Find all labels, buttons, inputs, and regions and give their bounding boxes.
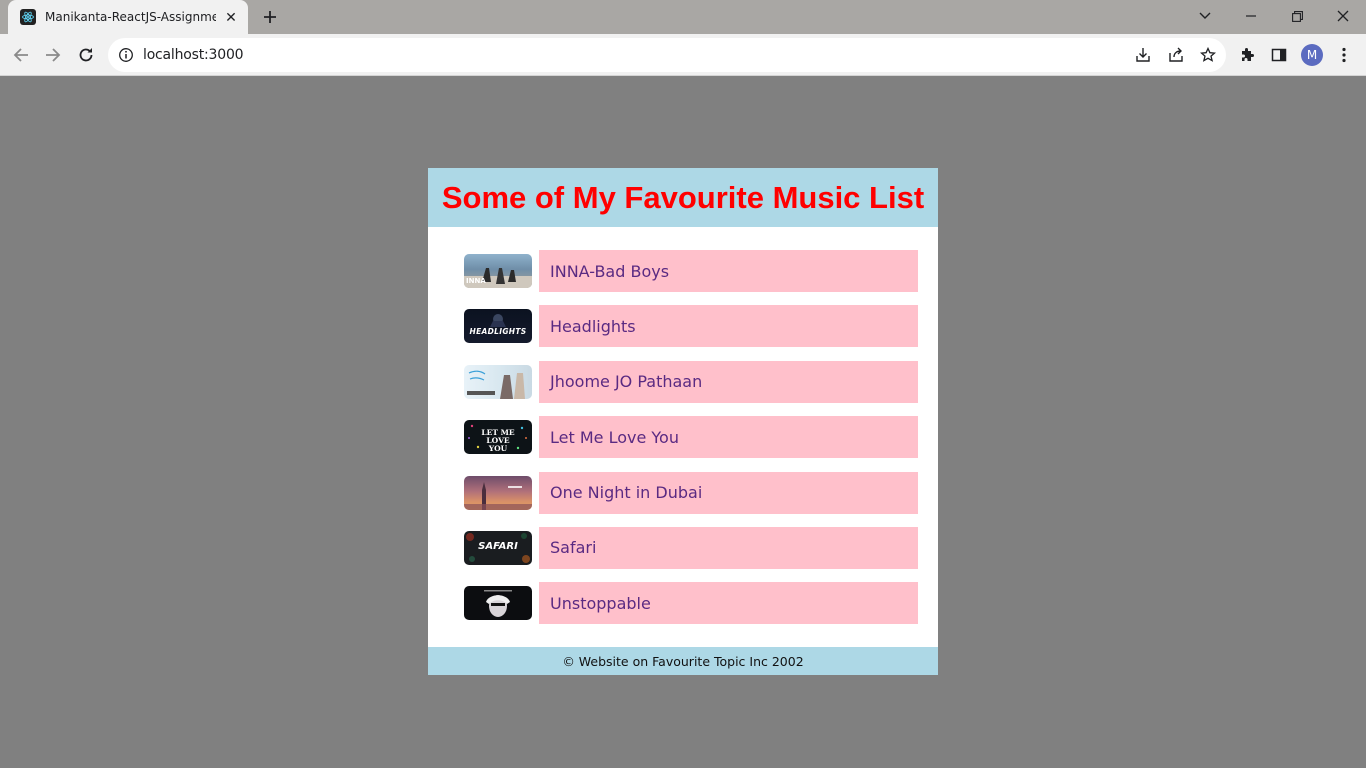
back-button[interactable] bbox=[6, 40, 36, 70]
song-thumbnail bbox=[464, 475, 532, 510]
thumbnail-text: INNA bbox=[466, 277, 486, 285]
music-card: Some of My Favourite Music List INNA INN… bbox=[428, 168, 938, 675]
thumbnail-text: LET ME LOVE YOU bbox=[481, 428, 515, 454]
song-thumbnail: SAFARI bbox=[464, 530, 532, 565]
new-tab-button[interactable] bbox=[258, 5, 282, 29]
reload-icon bbox=[79, 48, 93, 62]
menu-kebab-icon[interactable] bbox=[1333, 44, 1355, 66]
song-thumbnail: HEADLIGHTS bbox=[464, 309, 532, 344]
close-icon bbox=[1337, 10, 1349, 22]
song-title: Headlights bbox=[550, 316, 636, 336]
list-item: Unstoppable bbox=[464, 582, 918, 637]
song-title: Let Me Love You bbox=[550, 427, 679, 447]
restore-button[interactable] bbox=[1274, 0, 1320, 32]
react-icon bbox=[20, 9, 36, 25]
arrow-left-icon bbox=[13, 48, 28, 62]
bookmark-star-icon[interactable] bbox=[1197, 45, 1219, 65]
footer-text: © Website on Favourite Topic Inc 2002 bbox=[562, 653, 804, 669]
list-item: SAFARI Safari bbox=[464, 526, 918, 582]
tab-title: Manikanta-ReactJS-Assignment- bbox=[45, 10, 216, 24]
forward-button[interactable] bbox=[38, 40, 68, 70]
song-item[interactable]: Unstoppable bbox=[539, 582, 918, 625]
chevron-down-icon bbox=[1199, 12, 1211, 19]
install-icon[interactable] bbox=[1132, 45, 1154, 65]
close-window-button[interactable] bbox=[1320, 0, 1366, 32]
thumbnail-text: HEADLIGHTS bbox=[469, 327, 527, 337]
song-thumbnail: LET ME LOVE YOU bbox=[464, 420, 532, 455]
song-title: Jhoome JO Pathaan bbox=[550, 372, 703, 392]
song-thumbnail bbox=[464, 364, 532, 399]
song-title: INNA-Bad Boys bbox=[550, 261, 670, 281]
list-item: HEADLIGHTS Headlights bbox=[464, 305, 918, 360]
side-panel-icon[interactable] bbox=[1268, 44, 1290, 66]
song-item[interactable]: Headlights bbox=[539, 305, 918, 348]
song-thumbnail: INNA bbox=[464, 254, 532, 288]
song-item[interactable]: One Night in Dubai bbox=[539, 471, 918, 514]
song-title: Safari bbox=[550, 538, 597, 558]
song-thumbnail bbox=[464, 586, 532, 621]
reload-button[interactable] bbox=[71, 40, 101, 70]
plus-icon bbox=[264, 11, 276, 23]
thumbnail-text: SAFARI bbox=[478, 540, 518, 552]
info-icon[interactable] bbox=[118, 47, 134, 63]
song-item[interactable]: INNA-Bad Boys bbox=[539, 250, 918, 292]
profile-avatar[interactable]: M bbox=[1301, 44, 1323, 66]
extensions-icon[interactable] bbox=[1236, 44, 1258, 66]
minimize-icon bbox=[1246, 15, 1256, 17]
browser-tab[interactable]: Manikanta-ReactJS-Assignment- ✕ bbox=[8, 0, 248, 34]
song-item[interactable]: Safari bbox=[539, 526, 918, 569]
share-icon[interactable] bbox=[1165, 45, 1187, 65]
restore-icon bbox=[1291, 10, 1303, 22]
arrow-right-icon bbox=[46, 48, 61, 62]
song-item[interactable]: Let Me Love You bbox=[539, 416, 918, 459]
browser-toolbar: localhost:3000 M bbox=[0, 34, 1366, 76]
minimize-button[interactable] bbox=[1228, 0, 1274, 32]
card-header: Some of My Favourite Music List bbox=[428, 168, 938, 227]
song-title: Unstoppable bbox=[550, 593, 651, 613]
address-bar[interactable]: localhost:3000 bbox=[108, 38, 1226, 72]
browser-titlebar: Manikanta-ReactJS-Assignment- ✕ bbox=[0, 0, 1366, 34]
url-text[interactable]: localhost:3000 bbox=[143, 47, 244, 63]
page-title: Some of My Favourite Music List bbox=[441, 179, 925, 215]
list-item: INNA INNA-Bad Boys bbox=[464, 250, 918, 305]
list-item: Jhoome JO Pathaan bbox=[464, 360, 918, 416]
list-item: LET ME LOVE YOU Let Me Love You bbox=[464, 416, 918, 471]
close-tab-icon[interactable]: ✕ bbox=[222, 8, 240, 26]
list-item: One Night in Dubai bbox=[464, 471, 918, 527]
tab-search-button[interactable] bbox=[1182, 0, 1228, 32]
song-title: One Night in Dubai bbox=[550, 483, 703, 503]
page-footer: © Website on Favourite Topic Inc 2002 bbox=[428, 647, 938, 675]
music-list: INNA INNA-Bad Boys HEADLIGHTS Headlights bbox=[464, 250, 918, 638]
song-item[interactable]: Jhoome JO Pathaan bbox=[539, 360, 918, 403]
